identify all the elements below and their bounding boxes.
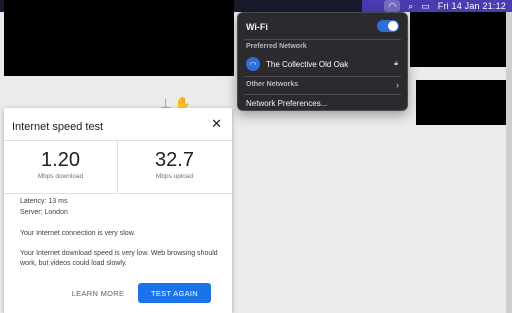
download-unit: Mbps download (37, 173, 84, 180)
black-window-block (4, 0, 234, 76)
upload-value: 32.7 (155, 149, 194, 171)
wifi-icon[interactable]: ◠ (384, 0, 401, 12)
card-title: Internet speed test (12, 121, 104, 133)
learn-more-button[interactable]: LEARN MORE (66, 284, 130, 302)
card-divider (4, 193, 232, 194)
wifi-signal-icon: ◠ (246, 57, 260, 71)
network-item[interactable]: ◠ The Collective Old Oak 🔒︎ (243, 56, 402, 72)
menu-divider (244, 39, 401, 40)
menu-divider (244, 94, 401, 95)
search-icon[interactable]: ⌕ (408, 0, 413, 12)
control-center-icon[interactable]: ▭ (421, 0, 430, 12)
black-window-block (416, 80, 506, 125)
download-value: 1.20 (41, 149, 80, 171)
upload-unit: Mbps upload (155, 173, 194, 180)
latency-text: Latency: 13 ms (20, 198, 68, 205)
lock-icon: 🔒︎ (394, 60, 398, 67)
speed-test-card: Internet speed test ✕ 1.20 Mbps download… (4, 108, 232, 313)
upload-metric: 32.7 Mbps upload (118, 149, 231, 180)
wifi-menu-title: Wi-Fi (246, 22, 268, 32)
details-text: Your Internet download speed is very low… (20, 250, 218, 267)
server-text: Server: London (20, 209, 68, 216)
scrollbar-track (506, 0, 512, 313)
wifi-menu: Wi-Fi Preferred Network ◠ The Collective… (237, 12, 408, 111)
black-window-block (410, 12, 506, 67)
network-name: The Collective Old Oak (266, 59, 349, 69)
menu-divider (244, 76, 401, 77)
menu-bar: ◠ ⌕ ▭ Fri 14 Jan 21:12 (362, 0, 512, 12)
card-divider (4, 140, 232, 141)
close-icon[interactable]: ✕ (211, 116, 222, 132)
preferred-network-label: Preferred Network (246, 43, 307, 50)
other-networks-label: Other Networks (246, 81, 299, 88)
wifi-toggle[interactable] (377, 20, 399, 32)
download-metric: 1.20 Mbps download (4, 149, 117, 180)
menu-bar-clock[interactable]: Fri 14 Jan 21:12 (438, 1, 506, 11)
chevron-right-icon: › (396, 80, 399, 90)
test-again-button[interactable]: TEST AGAIN (138, 283, 211, 303)
network-preferences-item[interactable]: Network Preferences... (246, 99, 327, 108)
status-text: Your Internet connection is very slow. (20, 230, 136, 237)
other-networks-item[interactable]: Other Networks › (246, 80, 399, 90)
